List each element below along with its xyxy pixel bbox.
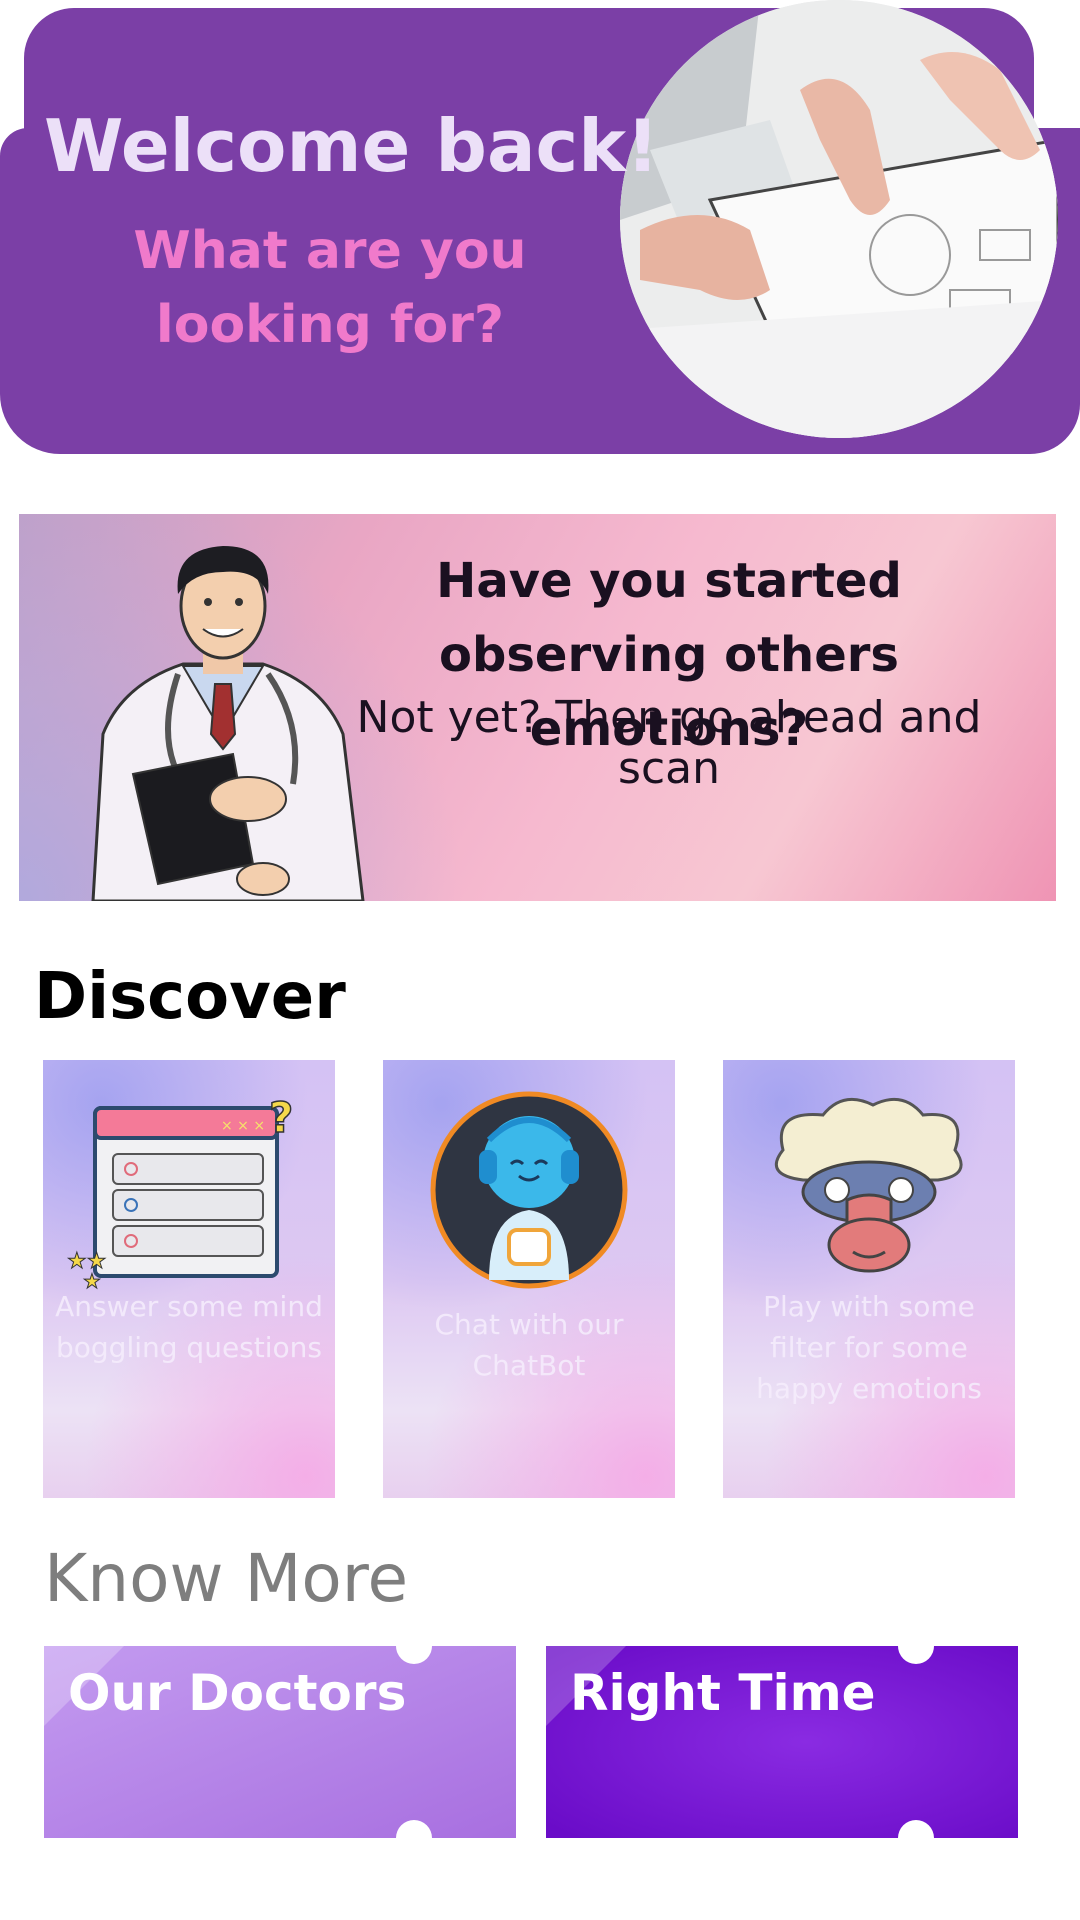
svg-text:?: ? [269,1093,293,1142]
chatbot-robot-icon [430,1091,628,1289]
banner-subtext: Not yet? Then go ahead and scan [356,692,982,794]
discover-card-chatbot[interactable]: Chat with our ChatBot [383,1060,675,1498]
scan-emotions-banner[interactable]: Have you started observing others emotio… [19,514,1056,901]
discover-card-label: Chat with our ChatBot [434,1308,624,1382]
discover-card-filters[interactable]: Play with some filter for some happy emo… [723,1060,1015,1498]
discover-card-label: Play with some filter for some happy emo… [756,1290,982,1405]
discover-card-label: Answer some mind boggling questions [55,1290,323,1364]
questionnaire-icon: × × × ? ★★ ★ [67,1092,295,1293]
discover-title: Discover [34,960,346,1034]
hands-on-documents-photo [620,0,1058,438]
our-doctors-button[interactable]: Our Doctors [44,1646,516,1838]
right-time-button[interactable]: Right Time [546,1646,1018,1838]
right-time-label: Right Time [570,1664,876,1722]
svg-text:× × ×: × × × [221,1118,265,1134]
our-doctors-label: Our Doctors [68,1664,407,1722]
welcome-title: Welcome back! [44,104,659,188]
monkey-face-icon [774,1097,963,1273]
know-more-title: Know More [44,1540,409,1617]
discover-card-questions[interactable]: × × × ? ★★ ★ Answer some mind boggling q… [43,1060,335,1498]
welcome-subtitle: What are you looking for? [133,221,527,355]
